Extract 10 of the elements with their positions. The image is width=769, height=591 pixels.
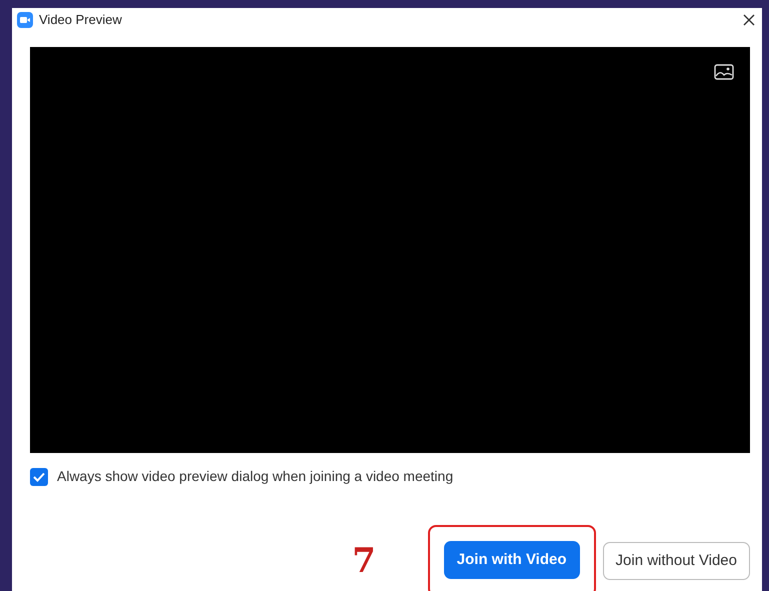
checkbox[interactable] (30, 468, 48, 486)
image-icon[interactable] (714, 64, 734, 80)
check-icon (33, 472, 45, 482)
join-button[interactable]: Join with Video (444, 541, 580, 579)
camera-icon (17, 12, 33, 28)
step-number: 7 (352, 544, 376, 578)
checkbox-label: Always show video preview dialog when joining a video meeting (57, 467, 454, 486)
close-icon[interactable] (743, 14, 755, 26)
window-title: Video Preview (39, 11, 122, 30)
join-button[interactable]: Join without Video (602, 542, 750, 580)
